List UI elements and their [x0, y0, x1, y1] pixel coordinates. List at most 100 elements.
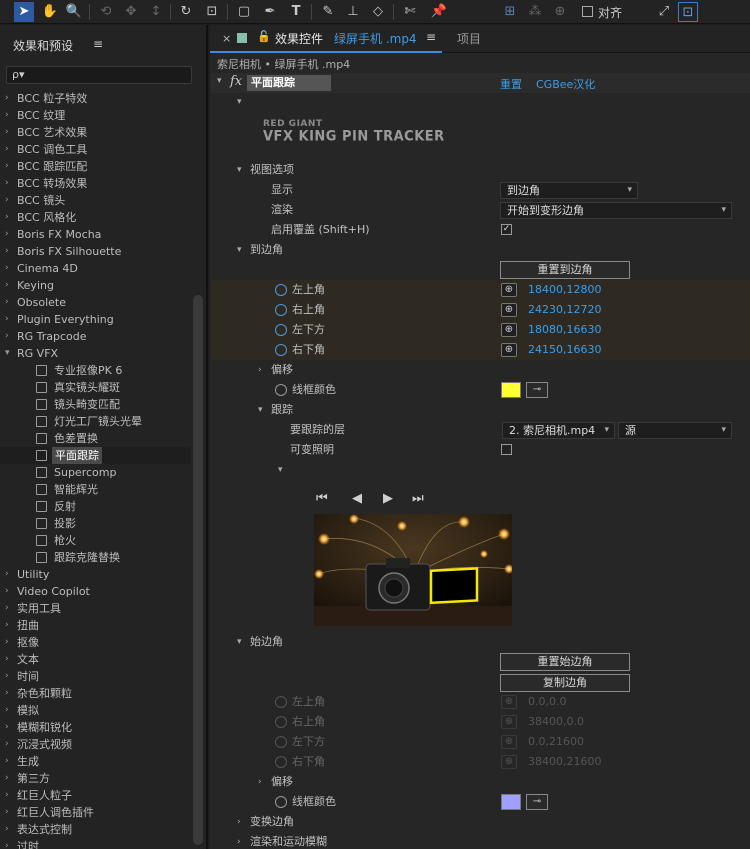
stopwatch-icon[interactable] — [275, 344, 287, 356]
folder-item[interactable]: › 时间 — [0, 668, 190, 685]
step-back-icon[interactable]: ◀ — [352, 491, 362, 506]
wire-color2-swatch[interactable] — [501, 794, 521, 810]
tab-effect-controls[interactable]: 效果控件 — [275, 30, 323, 47]
copy-corners-button[interactable]: 复制边角 — [500, 674, 630, 692]
chevron-right-icon[interactable]: › — [5, 209, 9, 226]
overlay-checkbox[interactable]: ✓ — [501, 224, 512, 235]
effect-item[interactable]: 智能辉光 — [0, 481, 190, 498]
snap-icon[interactable]: ⊞ — [500, 2, 520, 22]
chevron-down-icon[interactable]: ▾ — [217, 76, 222, 86]
chevron-right-icon[interactable]: › — [5, 821, 9, 838]
effect-item[interactable]: 跟踪克隆替换 — [0, 549, 190, 566]
chevron-right-icon[interactable]: › — [5, 294, 9, 311]
transform-corners-row[interactable]: › 变换边角 — [210, 812, 750, 832]
effect-item[interactable]: Supercomp — [0, 464, 190, 481]
first-frame-icon[interactable]: ⏮ — [316, 491, 328, 506]
chevron-down-icon[interactable]: ▾ — [237, 632, 242, 652]
crosshair-icon[interactable]: ⊕ — [501, 323, 517, 337]
chevron-right-icon[interactable]: › — [5, 226, 9, 243]
cgbee-link[interactable]: CGBee汉化 — [536, 76, 595, 92]
chevron-right-icon[interactable]: › — [5, 685, 9, 702]
chevron-down-icon[interactable]: ▾ — [278, 465, 283, 475]
folder-item[interactable]: › BCC 艺术效果 — [0, 124, 190, 141]
folder-item[interactable]: › BCC 镜头 — [0, 192, 190, 209]
chevron-down-icon[interactable]: ▾ — [237, 97, 242, 107]
view-options-row[interactable]: ▾ 视图选项 — [210, 160, 750, 180]
last-frame-icon[interactable]: ⏭ — [412, 491, 424, 506]
chevron-right-icon[interactable]: › — [5, 107, 9, 124]
effect-item[interactable]: 镜头畸变匹配 — [0, 396, 190, 413]
folder-item[interactable]: › 红巨人粒子 — [0, 787, 190, 804]
chevron-right-icon[interactable]: › — [5, 668, 9, 685]
render-motion-blur-row[interactable]: › 渲染和运动模糊 — [210, 832, 750, 849]
chevron-right-icon[interactable]: › — [5, 617, 9, 634]
start-corners-row[interactable]: ▾ 始边角 — [210, 632, 750, 652]
workspace-icon[interactable]: ⊡ — [678, 2, 698, 22]
effect-item[interactable]: 灯光工厂镜头光晕 — [0, 413, 190, 430]
folder-item[interactable]: › 扭曲 — [0, 617, 190, 634]
folder-item[interactable]: › 过时 — [0, 838, 190, 849]
chevron-right-icon[interactable]: › — [5, 124, 9, 141]
rotate-camera-icon[interactable]: ⟲ — [96, 2, 116, 22]
chevron-right-icon[interactable]: › — [5, 583, 9, 600]
folder-item[interactable]: › Keying — [0, 277, 190, 294]
effects-search-input[interactable]: ρ▾ — [6, 66, 192, 84]
chevron-right-icon[interactable]: › — [258, 360, 262, 380]
display-dropdown[interactable]: 到边角 ▾ — [500, 182, 638, 199]
folder-item[interactable]: › BCC 风格化 — [0, 209, 190, 226]
chevron-right-icon[interactable]: › — [5, 702, 9, 719]
chevron-right-icon[interactable]: › — [5, 719, 9, 736]
folder-item[interactable]: › BCC 转场效果 — [0, 175, 190, 192]
folder-item[interactable]: › 杂色和颗粒 — [0, 685, 190, 702]
folder-item[interactable]: › BCC 粒子特效 — [0, 90, 190, 107]
render-dropdown[interactable]: 开始到变形边角 ▾ — [500, 202, 732, 219]
wire-color-swatch[interactable] — [501, 382, 521, 398]
axis-icon[interactable]: ⁂ — [525, 2, 545, 22]
folder-item[interactable]: › 模糊和锐化 — [0, 719, 190, 736]
tab-project[interactable]: 项目 — [457, 30, 481, 47]
chevron-right-icon[interactable]: › — [5, 260, 9, 277]
expand-icon[interactable]: ⤢ — [654, 2, 674, 22]
stopwatch-icon[interactable] — [275, 324, 287, 336]
bottom-right-value[interactable]: 24150,16630 — [528, 340, 601, 360]
move-camera-icon[interactable]: ✥ — [121, 2, 141, 22]
folder-item[interactable]: › 抠像 — [0, 634, 190, 651]
stamp-tool-icon[interactable]: ⊥ — [343, 2, 363, 22]
folder-item[interactable]: › Utility — [0, 566, 190, 583]
chevron-right-icon[interactable]: › — [5, 804, 9, 821]
folder-item[interactable]: › Obsolete — [0, 294, 190, 311]
folder-item[interactable]: › 生成 — [0, 753, 190, 770]
folder-item[interactable]: › 模拟 — [0, 702, 190, 719]
stopwatch-icon[interactable] — [275, 304, 287, 316]
lock-icon[interactable]: 🔓 — [257, 30, 271, 43]
bottom-left-value[interactable]: 18080,16630 — [528, 320, 601, 340]
chevron-right-icon[interactable]: › — [5, 736, 9, 753]
to-corners-row[interactable]: ▾ 到边角 — [210, 240, 750, 260]
folder-item[interactable]: › Plugin Everything — [0, 311, 190, 328]
zoom-tool-icon[interactable]: 🔍 — [64, 2, 84, 22]
close-icon[interactable]: × — [222, 32, 231, 45]
folder-item[interactable]: › 第三方 — [0, 770, 190, 787]
effect-item[interactable]: 投影 — [0, 515, 190, 532]
track-layer-dropdown[interactable]: 2. 索尼相机.mp4 ▾ — [502, 422, 615, 439]
chevron-down-icon[interactable]: ▾ — [237, 160, 242, 180]
folder-item[interactable]: › BCC 跟踪匹配 — [0, 158, 190, 175]
effect-item[interactable]: 平面跟踪 — [0, 447, 190, 464]
folder-item[interactable]: › Cinema 4D — [0, 260, 190, 277]
brush-tool-icon[interactable]: ✎ — [318, 2, 338, 22]
chevron-right-icon[interactable]: › — [5, 651, 9, 668]
puppet-tool-icon[interactable]: 📌 — [429, 2, 449, 22]
hand-tool-icon[interactable]: ✋ — [40, 2, 60, 22]
source-dropdown[interactable]: 源 ▾ — [618, 422, 732, 439]
chevron-right-icon[interactable]: › — [5, 192, 9, 209]
chevron-right-icon[interactable]: › — [5, 141, 9, 158]
reset-start-corners-button[interactable]: 重置始边角 — [500, 653, 630, 671]
chevron-right-icon[interactable]: › — [5, 243, 9, 260]
top-left-value[interactable]: 18400,12800 — [528, 280, 601, 300]
chevron-right-icon[interactable]: › — [5, 634, 9, 651]
folder-item[interactable]: › Boris FX Silhouette — [0, 243, 190, 260]
folder-item[interactable]: › BCC 调色工具 — [0, 141, 190, 158]
folder-item[interactable]: › RG Trapcode — [0, 328, 190, 345]
rotate-tool-icon[interactable]: ↻ — [176, 2, 196, 22]
chevron-right-icon[interactable]: › — [5, 277, 9, 294]
